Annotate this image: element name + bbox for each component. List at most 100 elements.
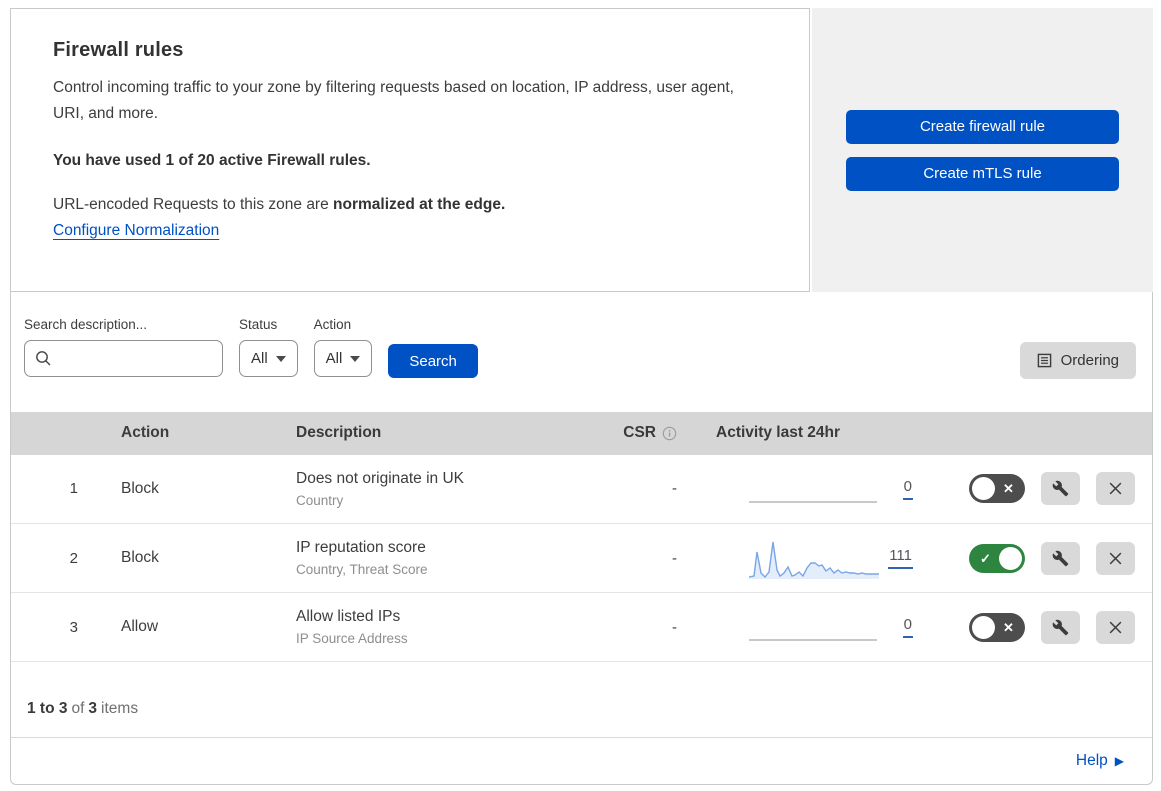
rule-csr: - (672, 480, 677, 498)
header-csr: CSR (586, 424, 691, 442)
rule-description: Does not originate in UK Country (281, 470, 586, 508)
close-icon (1109, 552, 1122, 564)
rule-description: IP reputation score Country, Threat Scor… (281, 539, 586, 577)
filter-bar: Search description... Status All Action … (11, 292, 1152, 412)
toggle-state-icon: ✕ (1003, 619, 1014, 635)
action-filter-group: Action All (313, 317, 373, 377)
wrench-icon (1052, 480, 1069, 497)
table-row: 3 Allow Allow listed IPs IP Source Addre… (11, 593, 1152, 663)
normalization-note: URL-encoded Requests to this zone are no… (53, 196, 767, 214)
rule-fields: Country, Threat Score (296, 562, 428, 578)
of-text: of (71, 700, 85, 718)
ordering-label: Ordering (1060, 352, 1119, 369)
rule-controls: ✕ (921, 472, 1152, 506)
ordering-button[interactable]: Ordering (1019, 342, 1136, 379)
items-text: items (101, 700, 139, 718)
edit-rule-button[interactable] (1041, 541, 1080, 575)
sparkline-flat (749, 500, 877, 503)
normalization-bold: normalized at the edge. (333, 196, 506, 213)
search-input[interactable] (24, 340, 223, 377)
rule-action: Block (121, 549, 159, 567)
toggle-state-icon: ✓ (980, 550, 991, 566)
search-button[interactable]: Search (388, 344, 478, 378)
create-mtls-rule-button[interactable]: Create mTLS rule (846, 156, 1119, 191)
status-label: Status (239, 317, 278, 332)
header-action: Action (121, 424, 170, 442)
rule-priority: 2 (69, 549, 78, 567)
toggle-knob (972, 477, 995, 501)
total-text: 3 (88, 700, 98, 718)
status-value: All (251, 350, 268, 367)
rule-activity: 0 (691, 455, 921, 523)
rule-controls: ✕ (921, 610, 1152, 644)
wrench-icon (1052, 619, 1069, 636)
activity-count-link[interactable]: 0 (902, 616, 913, 639)
enable-toggle[interactable]: ✓ (969, 543, 1025, 573)
close-icon (1109, 621, 1122, 634)
rules-list-card: Search description... Status All Action … (10, 292, 1153, 785)
intro-card: Firewall rules Control incoming traffic … (10, 8, 810, 292)
edit-rule-button[interactable] (1041, 472, 1080, 506)
search-field-group: Search description... (24, 317, 223, 377)
rule-csr: - (672, 549, 677, 567)
activity-count-link[interactable]: 0 (902, 478, 913, 500)
header-activity: Activity last 24hr (716, 424, 841, 442)
actions-panel: Create firewall rule Create mTLS rule (812, 8, 1153, 292)
rule-fields: Country (296, 492, 344, 508)
edit-rule-button[interactable] (1041, 610, 1080, 644)
search-icon (36, 351, 51, 366)
activity-sparkline (749, 541, 879, 580)
chevron-down-icon (350, 355, 361, 362)
info-icon[interactable] (662, 426, 677, 441)
table-header: Action Description CSR Activity last 24h… (11, 412, 1152, 455)
list-document-icon (1037, 353, 1051, 368)
rule-action: Block (121, 479, 159, 497)
firewall-rules-page: Firewall rules Control incoming traffic … (0, 0, 1161, 791)
rule-activity: 111 (691, 524, 921, 592)
rule-fields: IP Source Address (296, 631, 408, 647)
rule-priority: 3 (69, 618, 78, 636)
status-dropdown[interactable]: All (239, 340, 298, 377)
rule-action: Allow (121, 618, 159, 636)
rule-description-title: IP reputation score (296, 539, 426, 557)
rule-description: Allow listed IPs IP Source Address (281, 608, 586, 646)
toggle-knob (999, 546, 1022, 570)
usage-note: You have used 1 of 20 active Firewall ru… (53, 152, 371, 169)
arrow-right-icon: ▶ (1114, 754, 1124, 769)
rule-priority: 1 (69, 480, 78, 498)
delete-rule-button[interactable] (1096, 541, 1135, 575)
close-icon (1109, 482, 1122, 495)
configure-normalization-link[interactable]: Configure Normalization (53, 222, 219, 240)
sparkline-flat (749, 639, 877, 642)
toggle-knob (972, 615, 995, 639)
delete-rule-button[interactable] (1096, 610, 1135, 644)
top-section: Firewall rules Control incoming traffic … (10, 8, 1153, 292)
help-label: Help (1075, 752, 1108, 770)
help-bar: Help ▶ (11, 738, 1152, 784)
delete-rule-button[interactable] (1096, 472, 1135, 506)
create-firewall-rule-button[interactable]: Create firewall rule (846, 109, 1119, 144)
pagination-summary: 1 to 3 of 3 items (11, 662, 1152, 739)
action-dropdown[interactable]: All (313, 340, 373, 377)
action-value: All (325, 350, 343, 367)
enable-toggle[interactable]: ✕ (969, 474, 1025, 504)
rule-description-title: Allow listed IPs (296, 608, 401, 626)
action-label: Action (313, 317, 352, 332)
help-link[interactable]: Help ▶ (1076, 752, 1124, 770)
activity-count-link[interactable]: 111 (888, 547, 913, 570)
chevron-down-icon (275, 355, 286, 362)
table-row: 1 Block Does not originate in UK Country… (11, 454, 1152, 524)
page-title: Firewall rules (53, 39, 184, 61)
search-label: Search description... (24, 317, 148, 332)
rule-controls: ✓ (921, 541, 1152, 575)
page-description: Control incoming traffic to your zone by… (53, 79, 734, 122)
normalization-prefix: URL-encoded Requests to this zone are (53, 196, 334, 213)
rule-csr: - (672, 618, 677, 636)
enable-toggle[interactable]: ✕ (969, 612, 1025, 642)
toggle-state-icon: ✕ (1003, 481, 1014, 497)
rule-activity: 0 (691, 593, 921, 661)
status-filter-group: Status All (239, 317, 298, 377)
wrench-icon (1052, 550, 1069, 566)
header-description: Description (296, 424, 382, 442)
range-text: 1 to 3 (27, 700, 68, 718)
